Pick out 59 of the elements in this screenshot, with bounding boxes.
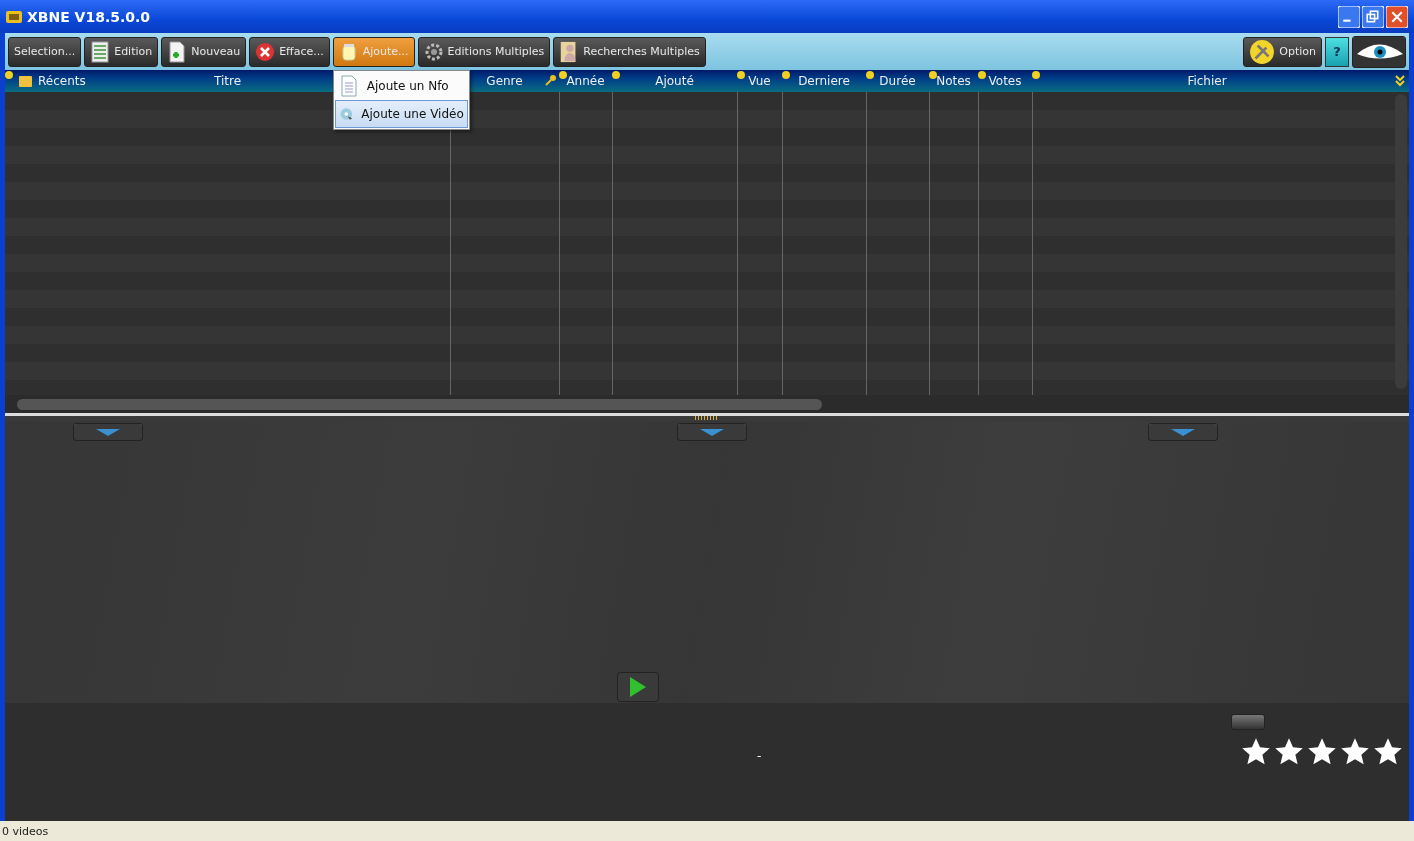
star-icon [1241,737,1271,767]
dropdown-handle[interactable] [73,423,143,441]
dropdown-handle[interactable] [1148,423,1218,441]
splitter-grip-icon[interactable] [695,416,719,420]
list-icon [90,40,111,63]
sort-dot-icon [612,71,620,79]
sort-dot-icon [782,71,790,79]
toolbar-button[interactable]: Nouveau [161,36,247,67]
column-header[interactable]: Notes [936,74,971,88]
menu-item[interactable]: Ajoute un Nfo [334,71,468,100]
eye-button[interactable] [1352,35,1406,68]
toolbar-button[interactable]: Recherches Multiples [553,36,706,67]
key-icon [545,74,557,86]
column-header[interactable]: Ajouté [655,74,694,88]
star-icon [1274,737,1304,767]
sort-dot-icon [978,71,986,79]
toolbar-button[interactable]: Selection... [8,36,82,67]
column-header[interactable]: Durée [879,74,916,88]
column-header[interactable]: Genre [486,74,523,88]
tools-icon [1249,38,1276,65]
dropdown-handle[interactable] [677,423,747,441]
column-header[interactable]: Fichier [1187,74,1227,88]
toolbar-button[interactable]: Editions Multiples [417,36,551,67]
small-button[interactable] [1231,714,1265,730]
new-document-icon [167,40,188,63]
star-rating[interactable] [1241,737,1403,767]
menu-item[interactable]: Ajoute une Vidéo [334,99,468,128]
column-header[interactable]: Votes [988,74,1022,88]
window-title: XBNE V18.5.0.0 [27,8,151,25]
sort-dot-icon [5,71,13,79]
column-header[interactable]: Année [566,74,605,88]
column-header[interactable]: Récents [38,74,86,88]
close-button[interactable] [1386,5,1408,28]
help-button[interactable]: ? [1325,36,1349,67]
sort-dot-icon [866,71,874,79]
minimize-button[interactable] [1338,5,1360,28]
sort-dot-icon [559,71,567,79]
toolbar-button[interactable]: Edition [84,36,159,67]
folder-icon [19,75,32,87]
app-logo-icon [6,10,22,23]
column-header[interactable]: Vue [748,74,771,88]
option-button[interactable]: Option [1243,36,1322,67]
column-header[interactable]: Titre [213,74,242,88]
restore-button[interactable] [1362,5,1384,28]
double-chevron-icon[interactable] [1395,75,1405,87]
sort-dot-icon [1032,71,1040,79]
horizontal-scrollbar[interactable] [17,398,822,410]
column-header[interactable]: Derniere [798,74,850,88]
delete-icon [255,40,276,63]
document-icon [338,74,359,97]
toolbar-button[interactable]: Efface... [249,36,330,67]
star-icon [1340,737,1370,767]
sort-dot-icon [929,71,937,79]
star-icon [1373,737,1403,767]
star-icon [1307,737,1337,767]
sort-dot-icon [737,71,745,79]
play-button[interactable] [617,672,659,702]
status-text: 0 videos [2,824,49,838]
detail-text: - [757,749,762,763]
